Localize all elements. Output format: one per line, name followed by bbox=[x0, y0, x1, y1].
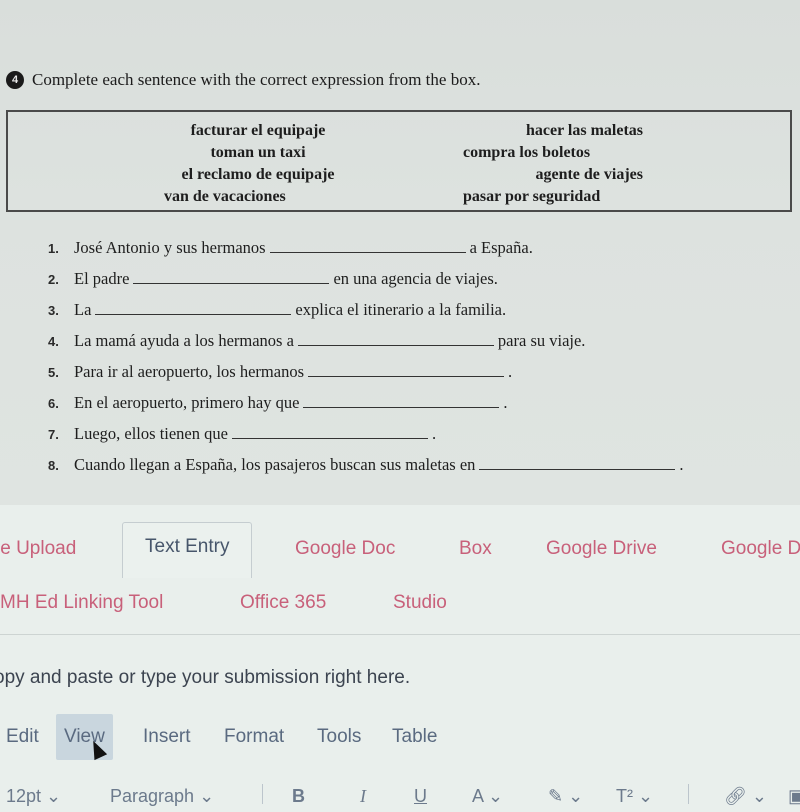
item-text-after: . bbox=[503, 393, 508, 412]
tab-google-drive[interactable]: Google Drive bbox=[546, 538, 657, 560]
image-button[interactable]: ▣ bbox=[788, 786, 800, 807]
answer-blank bbox=[133, 282, 330, 284]
answer-blank bbox=[297, 344, 494, 346]
expression: van de vacaciones bbox=[164, 188, 286, 205]
answer-blank bbox=[269, 251, 466, 253]
toolbar-separator bbox=[688, 784, 689, 804]
tab-google-d[interactable]: Google D bbox=[721, 538, 800, 560]
item-number: 7. bbox=[48, 427, 59, 442]
answer-blank bbox=[479, 468, 676, 470]
menu-table[interactable]: Table bbox=[392, 726, 437, 748]
instruction-text: Complete each sentence with the correct … bbox=[32, 70, 481, 89]
tab-office-365[interactable]: Office 365 bbox=[240, 592, 326, 614]
item-text-after: para su viaje. bbox=[497, 331, 586, 350]
font-size-value: 12pt bbox=[6, 786, 42, 806]
item-number: 1. bbox=[48, 241, 59, 256]
highlight-pen-icon: ✎ bbox=[548, 786, 564, 806]
item-text-before: La bbox=[74, 300, 92, 319]
answer-blank bbox=[95, 313, 292, 315]
submission-tabs-row-2: MH Ed Linking Tool Office 365 Studio bbox=[0, 588, 800, 628]
item-text-after: en una agencia de viajes. bbox=[333, 269, 498, 288]
expression: pasar por seguridad bbox=[463, 188, 601, 205]
item-number: 4. bbox=[48, 334, 59, 349]
expression: toman un taxi bbox=[210, 144, 306, 161]
underline-button[interactable]: U bbox=[414, 786, 427, 807]
exercise-item: 7. Luego, ellos tienen que . bbox=[48, 424, 684, 455]
block-format-value: Paragraph bbox=[110, 786, 195, 806]
text-color-icon: A bbox=[472, 786, 484, 806]
item-text-before: Luego, ellos tienen que bbox=[74, 424, 228, 443]
answer-blank bbox=[308, 375, 505, 377]
item-number: 2. bbox=[48, 272, 59, 287]
exercise-items: 1. José Antonio y sus hermanos a España.… bbox=[48, 238, 684, 486]
expression-column-left: facturar el equipaje toman un taxi el re… bbox=[158, 120, 358, 208]
item-text-before: Para ir al aeropuerto, los hermanos bbox=[74, 362, 305, 381]
tab-text-entry[interactable]: Text Entry bbox=[122, 522, 253, 578]
image-icon: ▣ bbox=[788, 786, 800, 806]
exercise-item: 2. El padre en una agencia de viajes. bbox=[48, 269, 684, 300]
exercise-item: 8. Cuando llegan a España, los pasajeros… bbox=[48, 455, 684, 486]
exercise-item: 1. José Antonio y sus hermanos a España. bbox=[48, 238, 684, 269]
menu-edit[interactable]: Edit bbox=[6, 726, 39, 748]
highlight-button[interactable]: ✎ ⌄ bbox=[548, 786, 583, 807]
submission-hint: opy and paste or type your submission ri… bbox=[0, 667, 411, 688]
expression: hacer las maletas bbox=[525, 122, 643, 139]
item-text-after: . bbox=[508, 362, 513, 381]
italic-button[interactable]: I bbox=[360, 786, 366, 807]
item-number: 6. bbox=[48, 396, 59, 411]
exercise-item: 6. En el aeropuerto, primero hay que . bbox=[48, 393, 684, 424]
expression: el reclamo de equipaje bbox=[181, 166, 335, 183]
item-text-before: Cuando llegan a España, los pasajeros bu… bbox=[74, 455, 476, 474]
menu-insert[interactable]: Insert bbox=[143, 726, 191, 748]
editor-menubar: Edit View Insert Format Tools Table bbox=[0, 712, 800, 764]
block-format-select[interactable]: Paragraph ⌄ bbox=[110, 786, 214, 807]
expression: agente de viajes bbox=[535, 166, 643, 183]
bold-button[interactable]: B bbox=[292, 786, 305, 807]
exercise-instruction: 4 Complete each sentence with the correc… bbox=[6, 70, 480, 90]
menu-format[interactable]: Format bbox=[224, 726, 284, 748]
exercise-item: 3. La explica el itinerario a la familia… bbox=[48, 300, 684, 331]
exercise-number-badge: 4 bbox=[6, 71, 24, 89]
text-color-button[interactable]: A ⌄ bbox=[472, 786, 503, 807]
superscript-icon: T² bbox=[616, 786, 633, 806]
answer-blank bbox=[231, 437, 428, 439]
item-text-before: La mamá ayuda a los hermanos a bbox=[74, 331, 294, 350]
font-size-select[interactable]: 12pt ⌄ bbox=[6, 786, 61, 807]
item-text-before: José Antonio y sus hermanos bbox=[74, 238, 266, 257]
expression: facturar el equipaje bbox=[190, 122, 326, 139]
expression: compra los boletos bbox=[463, 144, 591, 161]
toolbar-separator bbox=[262, 784, 263, 804]
menu-tools[interactable]: Tools bbox=[317, 726, 361, 748]
tab-mh-ed-linking-tool[interactable]: MH Ed Linking Tool bbox=[0, 592, 163, 614]
tab-studio[interactable]: Studio bbox=[393, 592, 447, 614]
item-text-after: a España. bbox=[469, 238, 533, 257]
item-number: 8. bbox=[48, 458, 59, 473]
expression-column-right: hacer las maletas compra los boletos age… bbox=[463, 120, 643, 208]
tab-google-doc[interactable]: Google Doc bbox=[295, 538, 395, 560]
item-number: 3. bbox=[48, 303, 59, 318]
submission-tabs-row-1: le Upload Text Entry Google Doc Box Goog… bbox=[0, 520, 800, 578]
answer-blank bbox=[303, 406, 500, 408]
tabs-divider bbox=[0, 634, 800, 635]
exercise-item: 4. La mamá ayuda a los hermanos a para s… bbox=[48, 331, 684, 362]
tab-file-upload[interactable]: le Upload bbox=[0, 538, 76, 560]
item-text-before: El padre bbox=[74, 269, 130, 288]
item-text-after: . bbox=[679, 455, 684, 474]
link-button[interactable]: 🔗︎ ⌄ bbox=[724, 786, 767, 807]
item-text-after: explica el itinerario a la familia. bbox=[295, 300, 507, 319]
item-text-before: En el aeropuerto, primero hay que bbox=[74, 393, 300, 412]
item-number: 5. bbox=[48, 365, 59, 380]
editor-toolbar: 12pt ⌄ Paragraph ⌄ B I U A ⌄ ✎ ⌄ T² ⌄ 🔗︎… bbox=[0, 782, 800, 812]
tab-box[interactable]: Box bbox=[459, 538, 492, 560]
superscript-button[interactable]: T² ⌄ bbox=[616, 786, 653, 807]
item-text-after: . bbox=[431, 424, 437, 443]
link-icon: 🔗︎ bbox=[724, 786, 747, 806]
expression-box: facturar el equipaje toman un taxi el re… bbox=[6, 110, 792, 212]
exercise-item: 5. Para ir al aeropuerto, los hermanos . bbox=[48, 362, 684, 393]
